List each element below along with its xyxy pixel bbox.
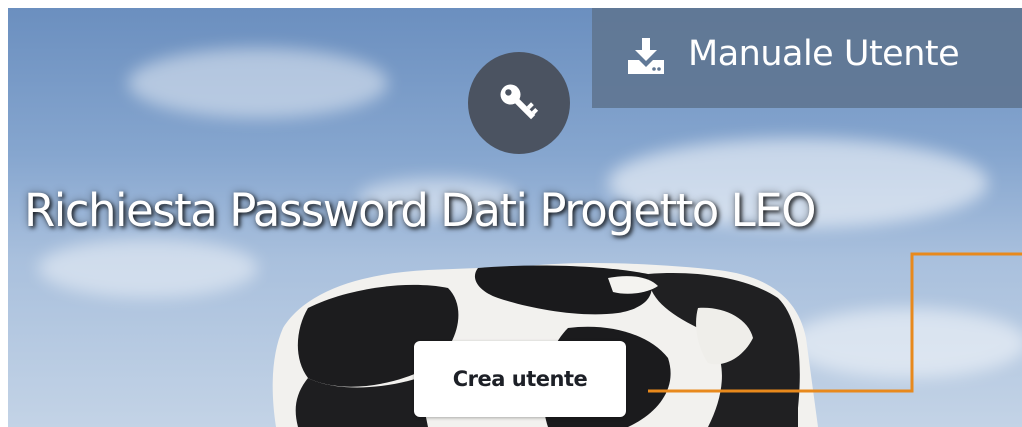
key-icon [500, 84, 539, 120]
manual-label: Manuale Utente [688, 34, 960, 74]
create-user-label: Crea utente [452, 367, 588, 391]
key-badge [468, 52, 570, 154]
manual-download-button[interactable]: Manuale Utente [592, 8, 1022, 108]
create-user-button[interactable]: Crea utente [414, 341, 626, 417]
download-icon [628, 38, 664, 74]
hero-banner: Manuale Utente Richiesta Password Dati P… [8, 8, 1022, 427]
page-title: Richiesta Password Dati Progetto LEO [24, 184, 817, 237]
